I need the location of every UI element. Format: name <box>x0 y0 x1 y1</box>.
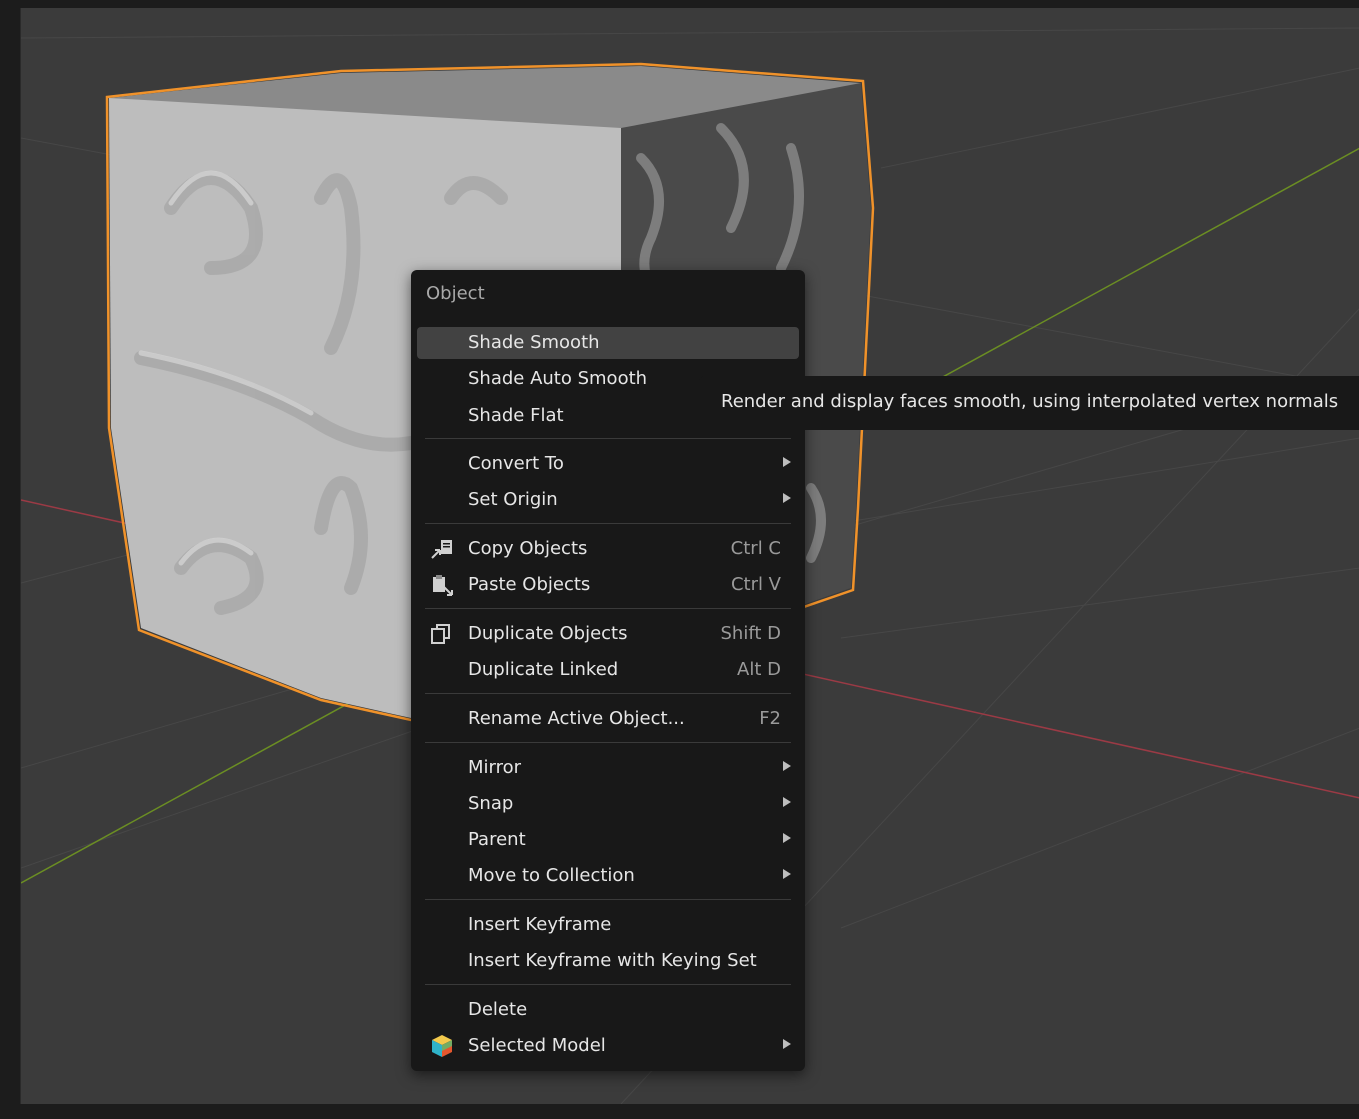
menu-item-shortcut: F2 <box>759 708 781 729</box>
menu-item-shortcut: Ctrl V <box>730 574 781 595</box>
duplicate-icon <box>431 624 450 644</box>
menu-item-duplicate-linked[interactable]: Duplicate Linked Alt D <box>417 654 799 686</box>
menu-item-label: Set Origin <box>468 489 558 510</box>
addon-cube-icon <box>432 1035 452 1057</box>
menu-item-label: Parent <box>468 829 526 850</box>
menu-title: Object <box>426 283 485 304</box>
menu-item-label: Duplicate Linked <box>468 659 619 680</box>
menu-item-duplicate-objects[interactable]: Duplicate Objects Shift D <box>417 618 799 650</box>
menu-separator <box>425 608 791 609</box>
menu-item-selected-model[interactable]: Selected Model <box>417 1030 799 1062</box>
menu-separator <box>425 438 791 439</box>
menu-item-label: Shade Smooth <box>468 332 600 353</box>
menu-item-label: Move to Collection <box>468 865 635 886</box>
menu-item-mirror[interactable]: Mirror <box>417 752 799 784</box>
menu-item-convert-to[interactable]: Convert To <box>417 448 799 480</box>
submenu-arrow-icon <box>783 761 791 771</box>
menu-item-shade-smooth[interactable]: Shade Smooth <box>417 327 799 359</box>
menu-item-label: Convert To <box>468 453 564 474</box>
submenu-arrow-icon <box>783 457 791 467</box>
menu-item-rename-active-object[interactable]: Rename Active Object... F2 <box>417 703 799 735</box>
menu-separator <box>425 693 791 694</box>
tooltip: Render and display faces smooth, using i… <box>699 376 1359 430</box>
menu-separator <box>425 523 791 524</box>
menu-item-label: Insert Keyframe <box>468 914 612 935</box>
menu-item-label: Copy Objects <box>468 538 588 559</box>
submenu-arrow-icon <box>783 869 791 879</box>
submenu-arrow-icon <box>783 797 791 807</box>
menu-item-shortcut: Ctrl C <box>730 538 781 559</box>
tooltip-text: Render and display faces smooth, using i… <box>721 391 1339 412</box>
menu-item-label: Selected Model <box>468 1035 606 1056</box>
menu-item-label: Snap <box>468 793 514 814</box>
menu-item-delete[interactable]: Delete <box>417 994 799 1026</box>
menu-item-copy-objects[interactable]: Copy Objects Ctrl C <box>417 533 799 565</box>
menu-item-set-origin[interactable]: Set Origin <box>417 484 799 516</box>
menu-item-snap[interactable]: Snap <box>417 788 799 820</box>
menu-item-label: Mirror <box>468 757 522 778</box>
menu-separator <box>425 742 791 743</box>
menu-separator <box>425 984 791 985</box>
menu-item-shortcut: Shift D <box>720 623 782 644</box>
menu-separator <box>425 899 791 900</box>
menu-item-label: Delete <box>468 999 528 1020</box>
menu-item-shortcut: Alt D <box>737 659 781 680</box>
submenu-arrow-icon <box>783 493 791 503</box>
menu-item-insert-keyframe[interactable]: Insert Keyframe <box>417 909 799 941</box>
copy-objects-icon <box>431 540 452 559</box>
menu-item-label: Insert Keyframe with Keying Set <box>468 950 757 971</box>
submenu-arrow-icon <box>783 1039 791 1049</box>
menu-item-insert-keyframe-keying-set[interactable]: Insert Keyframe with Keying Set <box>417 945 799 977</box>
menu-item-label: Shade Auto Smooth <box>468 368 648 389</box>
menu-item-label: Paste Objects <box>468 574 591 595</box>
menu-item-label: Shade Flat <box>468 405 564 426</box>
paste-objects-icon <box>433 575 453 596</box>
menu-item-move-to-collection[interactable]: Move to Collection <box>417 860 799 892</box>
menu-item-parent[interactable]: Parent <box>417 824 799 856</box>
menu-item-label: Rename Active Object... <box>468 708 685 729</box>
menu-item-label: Duplicate Objects <box>468 623 628 644</box>
submenu-arrow-icon <box>783 833 791 843</box>
menu-item-paste-objects[interactable]: Paste Objects Ctrl V <box>417 569 799 601</box>
